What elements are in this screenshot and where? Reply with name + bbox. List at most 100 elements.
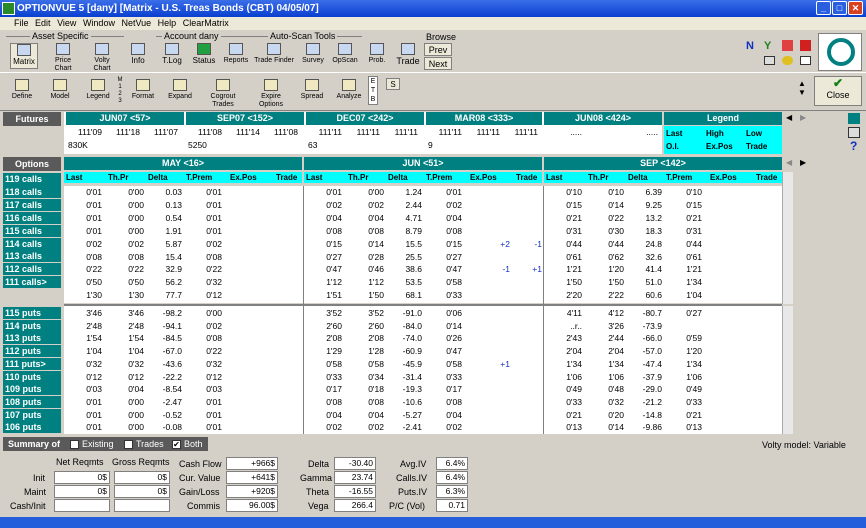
survey-button[interactable]: Survey: [300, 43, 326, 65]
commis-value: 96.00$: [226, 499, 278, 512]
menu-view[interactable]: View: [57, 18, 76, 28]
y-icon[interactable]: Y: [764, 40, 771, 52]
lock-icon[interactable]: [848, 113, 860, 124]
help-icon[interactable]: ?: [850, 139, 857, 153]
options-scroll-right[interactable]: ▶: [800, 158, 806, 167]
options-month-jun[interactable]: JUN <51>: [304, 157, 542, 170]
menu-file[interactable]: File: [14, 18, 29, 28]
expand-button[interactable]: Expand: [166, 79, 194, 101]
menu-help[interactable]: Help: [158, 18, 177, 28]
menu-edit[interactable]: Edit: [35, 18, 51, 28]
strike-row-label[interactable]: 111 calls>: [3, 276, 61, 289]
options-month-sep[interactable]: SEP <142>: [544, 157, 782, 170]
futures-month-jun08[interactable]: JUN08 <424>: [544, 112, 662, 125]
strike-row-label[interactable]: 113 puts: [3, 332, 61, 345]
futures-month-mar08[interactable]: MAR08 <333>: [426, 112, 542, 125]
strike-row-label[interactable]: 109 puts: [3, 383, 61, 396]
status-button[interactable]: Status: [190, 43, 218, 66]
strike-row-label[interactable]: 114 calls: [3, 237, 61, 250]
model-button[interactable]: Model: [46, 79, 74, 101]
strike-row-label[interactable]: 113 calls: [3, 250, 61, 263]
strike-row-label[interactable]: 118 calls: [3, 185, 61, 198]
zoom-slider-icon[interactable]: ▲ ▼: [798, 79, 806, 97]
strike-row-label[interactable]: 107 puts: [3, 408, 61, 421]
puts-scrollbar[interactable]: [782, 306, 793, 434]
trade-finder-button[interactable]: Trade Finder: [254, 43, 294, 65]
mode-letters[interactable]: M 1 2 3: [116, 77, 124, 105]
matrix-button[interactable]: Matrix: [10, 43, 38, 69]
tlog-button[interactable]: T.Log: [158, 43, 186, 66]
summary-label: Summary of: [8, 439, 61, 449]
opscan-button[interactable]: OpScan: [332, 43, 358, 65]
options-scroll-left[interactable]: ◀: [786, 158, 792, 167]
alert-icon[interactable]: [782, 40, 793, 51]
analyze-button[interactable]: Analyze: [334, 79, 364, 101]
volty-chart-button[interactable]: Volty Chart: [86, 43, 118, 73]
option-cell: 41.4: [645, 264, 662, 275]
option-cell: 0'33: [446, 371, 462, 382]
format-button[interactable]: Format: [128, 79, 158, 101]
printer-icon[interactable]: [848, 127, 860, 138]
price-chart-button[interactable]: Price Chart: [46, 43, 80, 73]
option-cell[interactable]: +1: [516, 263, 542, 275]
futures-month-dec07[interactable]: DEC07 <242>: [306, 112, 424, 125]
legend-button[interactable]: Legend: [84, 79, 112, 101]
strike-row-label[interactable]: 119 calls: [3, 173, 61, 186]
trades-checkbox[interactable]: [124, 440, 133, 449]
calls-scrollbar[interactable]: [782, 172, 793, 304]
browse-next-button[interactable]: Next: [424, 57, 452, 70]
futures-scroll-right[interactable]: ▶: [800, 113, 806, 122]
menu-window[interactable]: Window: [83, 18, 115, 28]
strike-row-label[interactable]: 108 puts: [3, 395, 61, 408]
existing-checkbox[interactable]: [70, 440, 79, 449]
strike-row-label[interactable]: 111 puts>: [3, 357, 61, 370]
browse-prev-button[interactable]: Prev: [424, 43, 452, 56]
strike-row-label[interactable]: 112 calls: [3, 263, 61, 276]
bell-icon[interactable]: [782, 56, 793, 65]
option-cell[interactable]: -1: [516, 238, 542, 250]
cogrout-trades-button[interactable]: Cogrout Trades: [200, 79, 246, 109]
both-checkbox[interactable]: ✔: [172, 440, 181, 449]
prob-button[interactable]: Prob.: [366, 43, 388, 65]
minimize-button[interactable]: _: [816, 1, 831, 15]
menu-netvue[interactable]: NetVue: [121, 18, 151, 28]
column-header: Th.Pr: [108, 173, 129, 182]
strike-row-label[interactable]: 106 puts: [3, 421, 61, 434]
reports-button[interactable]: Reports: [222, 43, 250, 65]
doc-icon[interactable]: [800, 56, 811, 65]
strike-row-label[interactable]: 110 puts: [3, 370, 61, 383]
n-icon[interactable]: N: [746, 40, 754, 52]
mail-icon[interactable]: [800, 40, 811, 51]
close-button[interactable]: ✔ Close: [814, 76, 862, 106]
etb-selector[interactable]: E T B: [368, 76, 378, 105]
strike-row-label[interactable]: 114 puts: [3, 319, 61, 332]
option-cell: 0'04: [128, 384, 144, 395]
option-cell: 1.24: [405, 187, 422, 197]
option-cell: -60.9: [402, 346, 422, 357]
options-month-may[interactable]: MAY <16>: [64, 157, 302, 170]
expire-options-button[interactable]: Expire Options: [250, 79, 292, 109]
strike-row-label[interactable]: 116 calls: [3, 211, 61, 224]
option-cell: 1'20: [686, 346, 702, 357]
futures-month-jun07[interactable]: JUN07 <57>: [66, 112, 184, 125]
menu-clearmatrix[interactable]: ClearMatrix: [183, 18, 229, 28]
option-cell: 2'44: [608, 333, 624, 344]
strike-row-label[interactable]: 115 calls: [3, 224, 61, 237]
close-window-button[interactable]: ✕: [848, 1, 863, 15]
analyze-icon: [342, 79, 356, 91]
futures-month-sep07[interactable]: SEP07 <152>: [186, 112, 304, 125]
strike-row-label[interactable]: 112 puts: [3, 345, 61, 358]
strike-row-label[interactable]: 117 calls: [3, 198, 61, 211]
futures-cell: 111'18: [116, 127, 140, 137]
s-button[interactable]: S: [386, 78, 400, 90]
spread-button[interactable]: Spread: [298, 79, 326, 101]
trade-button[interactable]: Trade: [394, 43, 422, 67]
futures-scroll-left[interactable]: ◀: [786, 113, 792, 122]
strike-row-label[interactable]: 115 puts: [3, 307, 61, 319]
maximize-button[interactable]: □: [832, 1, 847, 15]
info-button[interactable]: Info: [126, 43, 150, 66]
define-button[interactable]: Define: [8, 79, 36, 101]
option-cell: 0'04: [326, 409, 342, 420]
print-icon[interactable]: [764, 56, 775, 65]
option-cell: 0'15: [326, 238, 342, 249]
